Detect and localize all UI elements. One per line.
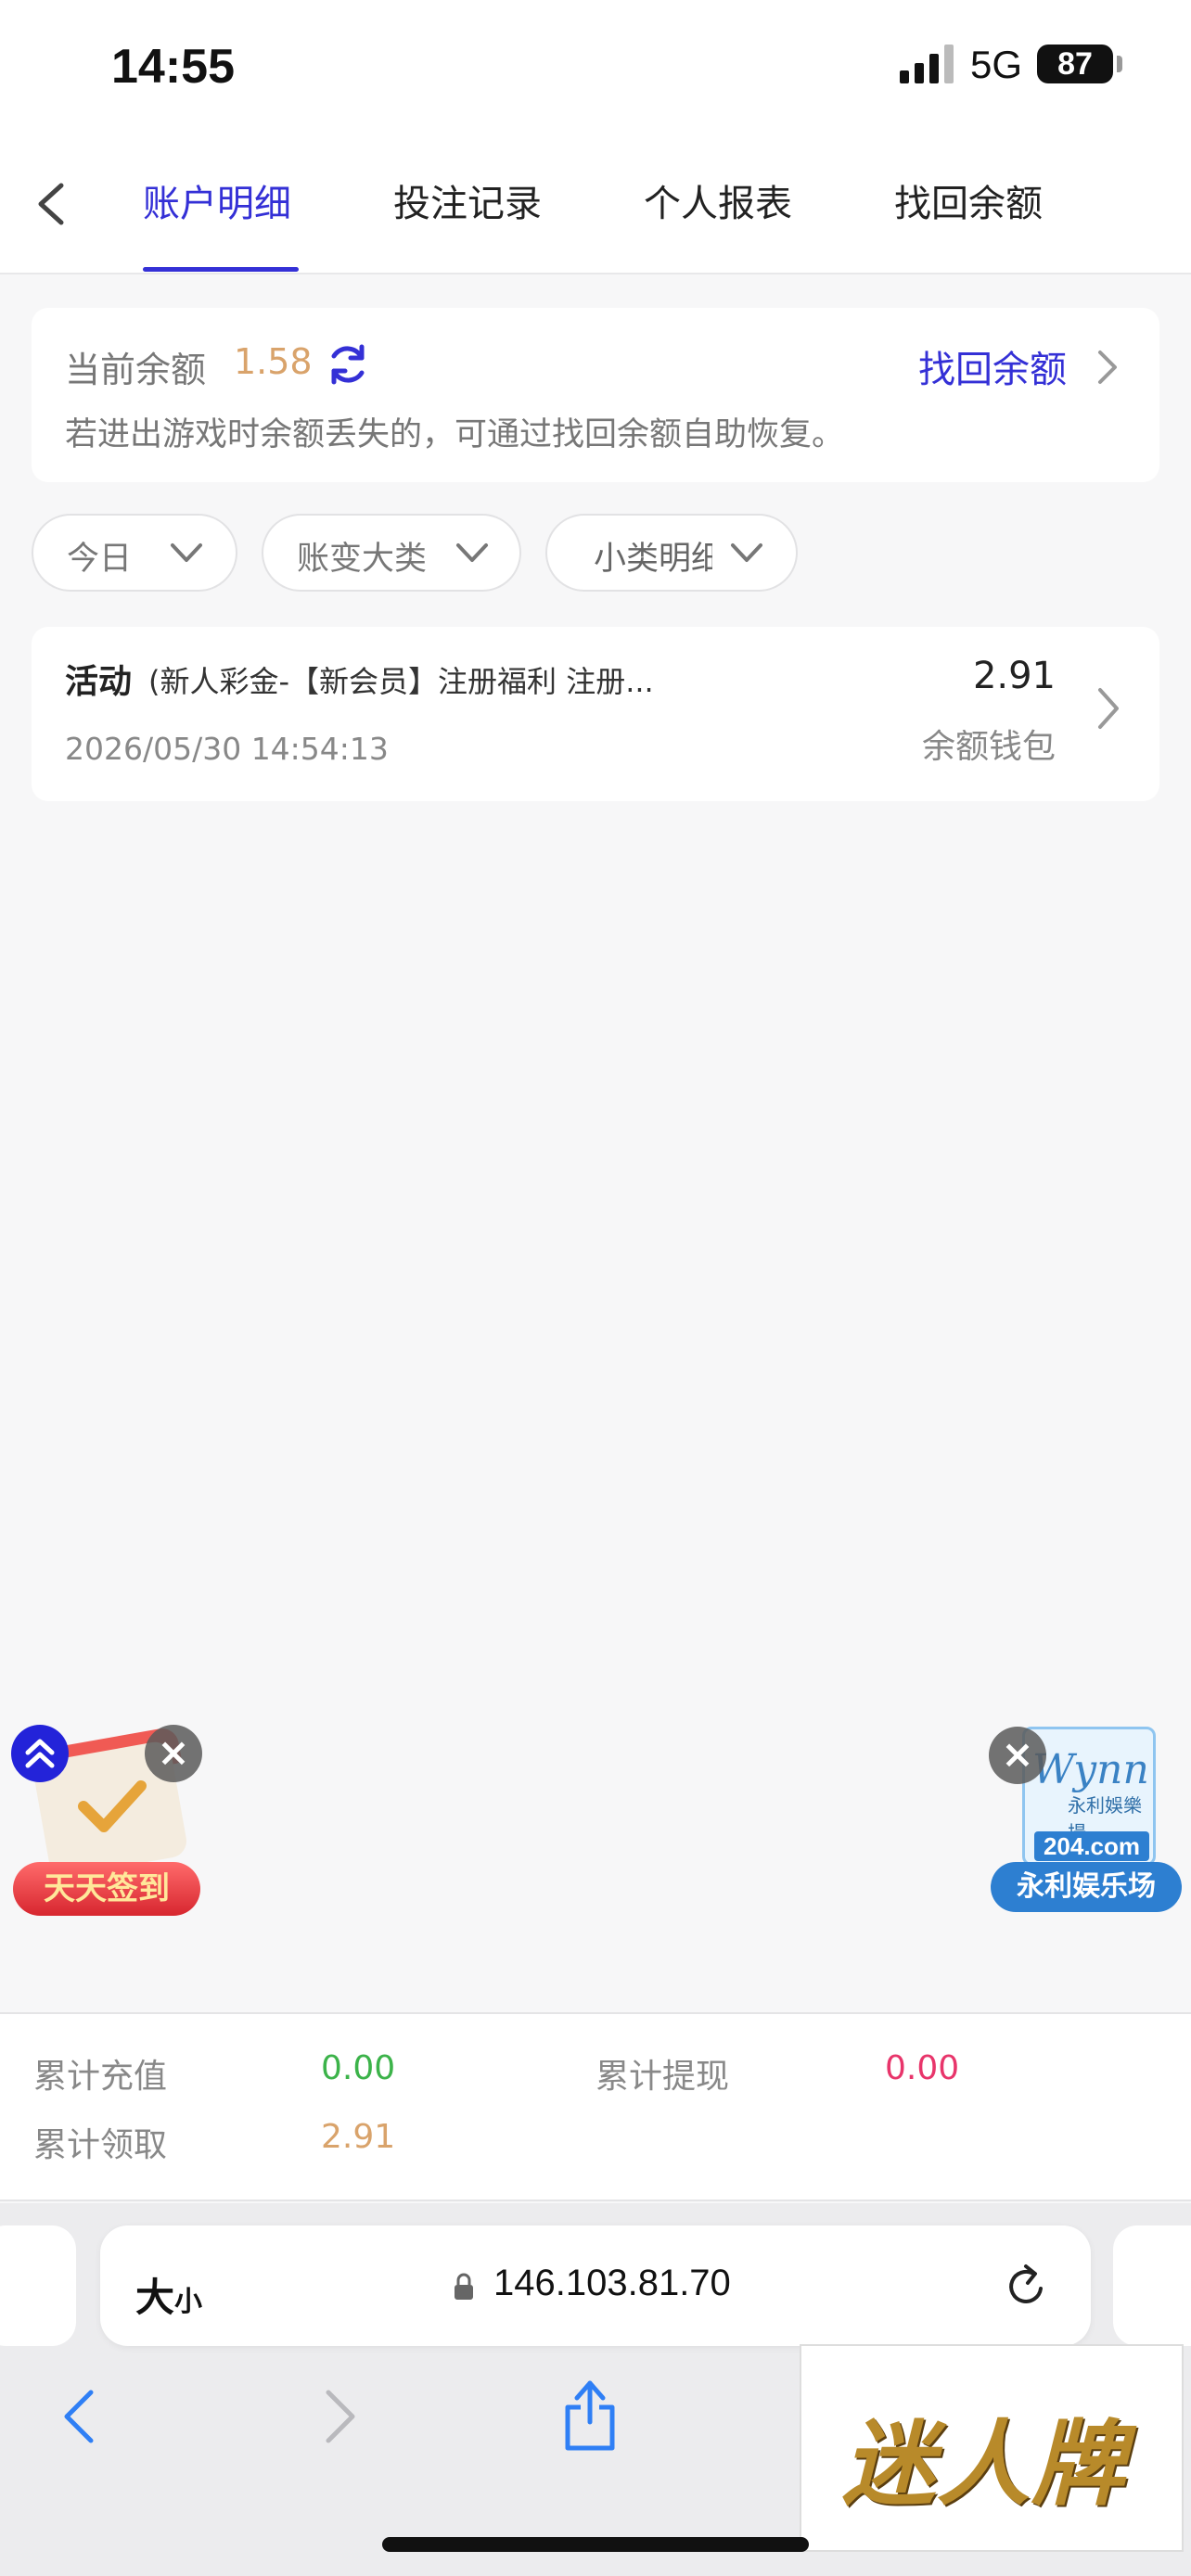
totals-summary: 累计充值 0.00 累计提现 0.00 累计领取 2.91	[0, 2012, 1191, 2201]
network-label: 5G	[970, 43, 1023, 86]
refresh-icon[interactable]	[325, 341, 371, 388]
tab-recover-balance[interactable]: 找回余额	[894, 176, 1043, 232]
signal-icon	[900, 45, 954, 83]
battery-icon: 87	[1037, 45, 1113, 83]
balance-card: 当前余额 1.58 找回余额 若进出游戏时余额丢失的，可通过找回余额自助恢复。	[32, 308, 1159, 482]
chevron-right-icon	[1098, 688, 1119, 729]
chevron-down-icon	[731, 543, 762, 562]
record-date: 2026/05/30 14:54:13	[65, 731, 389, 767]
record-amount: 2.91	[972, 655, 1056, 697]
status-time: 14:55	[111, 40, 235, 94]
home-indicator	[382, 2537, 809, 2552]
close-icon[interactable]: ×	[989, 1727, 1046, 1784]
address-bar[interactable]: 大小 146.103.81.70	[100, 2225, 1091, 2346]
wynn-logo-domain: 204.com	[1034, 1831, 1149, 1861]
total-withdraw-value: 0.00	[885, 2049, 960, 2087]
share-icon[interactable]	[560, 2374, 620, 2452]
balance-value: 1.58	[234, 341, 313, 382]
close-icon[interactable]: ×	[145, 1725, 202, 1782]
reload-icon[interactable]	[1000, 2261, 1052, 2313]
filter-major-category[interactable]: 账变大类	[262, 514, 521, 592]
scroll-top-button[interactable]	[11, 1725, 69, 1782]
daily-checkin-promo[interactable]: 天天签到 ×	[9, 1725, 210, 1919]
header-tabs: 账户明细 投注记录 个人报表 找回余额	[0, 139, 1191, 274]
active-tab-indicator	[143, 267, 299, 272]
back-arrow-icon[interactable]	[28, 176, 74, 232]
browser-toolbar: 大小 146.103.81.70 迷人牌	[0, 2203, 1191, 2576]
next-tab-preview[interactable]	[1113, 2225, 1191, 2346]
balance-hint: 若进出游戏时余额丢失的，可通过找回余额自助恢复。	[65, 416, 845, 453]
filter-date-label: 今日	[67, 541, 133, 578]
watermark-logo: 迷人牌	[800, 2344, 1184, 2552]
total-recharge-label: 累计充值	[33, 2058, 168, 2096]
double-chevron-up-icon	[25, 1739, 55, 1768]
chevron-right-icon[interactable]	[1093, 349, 1121, 386]
total-withdraw-label: 累计提现	[596, 2058, 730, 2096]
filter-major-category-label: 账变大类	[297, 541, 428, 578]
checkin-label: 天天签到	[13, 1862, 200, 1916]
battery-tip	[1117, 56, 1122, 72]
filter-date[interactable]: 今日	[32, 514, 237, 592]
total-claimed-label: 累计领取	[33, 2126, 168, 2164]
tab-bet-records[interactable]: 投注记录	[393, 176, 542, 232]
status-bar: 14:55 5G 87	[0, 0, 1191, 139]
list-item[interactable]: 活动 (新人彩金-【新会员】注册福利 注册... 2026/05/30 14:5…	[32, 627, 1159, 801]
tab-account-details[interactable]: 账户明细	[143, 176, 291, 232]
total-recharge-value: 0.00	[321, 2049, 396, 2087]
lock-icon	[455, 2273, 473, 2300]
text-size-big: 大	[135, 2275, 175, 2320]
balance-label: 当前余额	[65, 350, 207, 390]
browser-back-icon[interactable]	[59, 2387, 100, 2446]
wynn-casino-promo[interactable]: Wynn 永利娛樂場 204.com 永利娱乐场 ×	[987, 1727, 1182, 1912]
previous-tab-preview[interactable]	[0, 2225, 76, 2346]
browser-forward-icon[interactable]	[319, 2387, 360, 2446]
filter-sub-category-label: 小类明细	[594, 541, 712, 578]
text-size-small: 小	[174, 2286, 203, 2318]
chevron-down-icon	[456, 543, 488, 562]
wynn-label: 永利娱乐场	[991, 1862, 1182, 1912]
checkmark-icon	[78, 1780, 147, 1832]
filter-sub-category[interactable]: 小类明细	[545, 514, 798, 592]
text-size-button[interactable]: 大小	[135, 2266, 202, 2323]
record-wallet: 余额钱包	[921, 728, 1056, 766]
tab-personal-report[interactable]: 个人报表	[644, 176, 792, 232]
record-description: (新人彩金-【新会员】注册福利 注册...	[148, 664, 654, 699]
recover-balance-link[interactable]: 找回余额	[918, 339, 1067, 393]
chevron-down-icon	[171, 543, 202, 562]
watermark-text: 迷人牌	[842, 2409, 1126, 2519]
wynn-logo-script: Wynn	[1032, 1746, 1149, 1793]
record-type: 活动	[65, 663, 133, 701]
total-claimed-value: 2.91	[321, 2118, 396, 2156]
url-text[interactable]: 146.103.81.70	[493, 2263, 731, 2304]
